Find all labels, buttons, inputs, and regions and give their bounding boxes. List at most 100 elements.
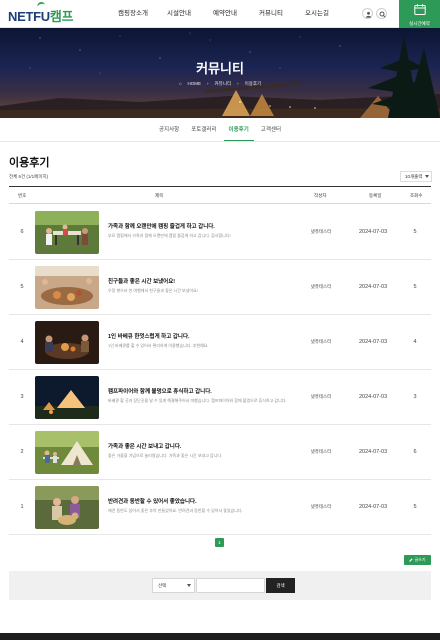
table-row[interactable]: 1 반려견과 동반할 수 있어서 좋았습니다. 애견 동반도 있어서 좋은 추억… [9,480,431,535]
row-number: 2 [20,449,24,455]
review-thumbnail[interactable] [35,321,99,364]
site-logo[interactable]: NETFU캠프 [8,6,73,25]
review-title[interactable]: 친구들과 좋은 시간 보냈어요! [108,277,298,285]
row-number: 3 [20,394,24,400]
review-title[interactable]: 반려견과 동반할 수 있어서 좋았습니다. [108,497,298,505]
review-views: 5 [413,504,417,510]
review-thumbnail[interactable] [35,266,99,309]
campfire-tent-photo [35,376,99,419]
review-excerpt: 애견 동반도 있어서 좋은 추억 만들었어요. 반려견과 동반할 수 있어서 좋… [108,508,243,513]
breadcrumb-community[interactable]: 커뮤니티 [215,81,232,86]
nav-item-camp-intro[interactable]: 캠핑장소개 [110,0,156,28]
family-camping-photo [35,211,99,254]
tab-reviews[interactable]: 이용후기 [223,118,254,141]
review-excerpt: 우정 쌓으러 친 여행에서 친구들과 좋은 시간 보냈어요! [108,288,198,293]
footer [0,633,440,640]
review-views: 4 [413,339,417,345]
page-title: 이용후기 [9,157,50,169]
col-author: 작성자 [314,193,327,198]
review-author: 넷퓨테스터 [310,504,332,509]
table-row[interactable]: 3 캠프파이어와 함께 불멍으로 휴식하고 갑니다. 바베큐 할 곳과 장단곳을… [9,370,431,425]
user-button[interactable] [362,8,373,19]
realtime-reservation-button[interactable]: 실시간예약 [399,0,440,29]
rows-per-page-select[interactable]: 10개출력 [400,171,432,182]
rows-per-page-value: 10개출력 [405,174,423,179]
row-number: 4 [20,339,24,345]
review-excerpt: 부모 캠핑에서 가족과 함께 오랜만에 캠핑 즐겁게 하고 갑니다. 감사합니다… [108,233,231,238]
logo-text-camp: 캠프 [49,9,74,24]
search-field-value: 선택 [158,583,167,588]
row-number: 1 [20,504,24,510]
pencil-icon [409,558,414,562]
write-review-button[interactable]: 글쓰기 [404,555,431,565]
chevron-down-icon [187,584,191,587]
row-number: 5 [20,284,24,290]
search-icon [379,11,386,18]
community-tabs: 공지사항 포토갤러리 이용후기 고객센터 [0,118,440,142]
review-thumbnail[interactable] [35,376,99,419]
breadcrumb: ⌂ HOME › 커뮤니티 › 이용후기 [0,81,440,87]
breadcrumb-home[interactable]: HOME [188,81,202,86]
review-title[interactable]: 1인 바베큐 한껏스럽게 하고 갑니다. [108,332,298,340]
review-date: 2024-07-03 [359,394,388,400]
review-thumbnail[interactable] [35,486,99,529]
review-date: 2024-07-03 [359,339,388,345]
table-row[interactable]: 2 가족과 좋은 시간 보내고 갑니다. 좋은 가을을 기념으로 놀러왔습니다.… [9,425,431,480]
nav-item-community[interactable]: 커뮤니티 [248,0,294,28]
row-number: 6 [20,229,24,235]
chevron-down-icon [425,175,429,178]
review-views: 5 [413,284,417,290]
nav-item-facilities[interactable]: 시설안내 [156,0,202,28]
search-field-select[interactable]: 선택 [152,578,195,593]
reserve-label: 실시간예약 [409,21,430,26]
search-button[interactable] [376,8,387,19]
search-input[interactable] [196,578,265,593]
table-row[interactable]: 5 친구들과 좋은 시간 보냈어요! 우정 쌓으러 친 여행에서 친구들과 좋은… [9,260,431,315]
review-author: 넷퓨테스터 [310,339,332,344]
review-views: 5 [413,229,417,235]
review-title[interactable]: 가족과 좋은 시간 보내고 갑니다. [108,442,298,450]
review-excerpt: 1인 바베큐를 할 수 있어서 편리하게 이용했습니다. 추천해요. [108,343,209,348]
table-header: 번호 제목 작성자 등록일 조회수 [9,186,431,204]
review-title[interactable]: 가족과 함께 오랜만에 캠핑 즐겁게 하고 갑니다. [108,222,298,230]
review-thumbnail[interactable] [35,431,99,474]
review-author: 넷퓨테스터 [310,394,332,399]
dog-camping-photo [35,486,99,529]
review-views: 3 [413,394,417,400]
user-icon [365,11,372,18]
nav-item-directions[interactable]: 오시는길 [294,0,340,28]
review-author: 넷퓨테스터 [310,284,332,289]
tab-photo-gallery[interactable]: 포토갤러리 [186,118,221,141]
review-date: 2024-07-03 [359,284,388,290]
review-title[interactable]: 캠프파이어와 함께 불멍으로 휴식하고 갑니다. [108,387,298,395]
tab-customer-center[interactable]: 고객센터 [256,118,286,141]
calendar-icon [413,4,426,15]
review-date: 2024-07-03 [359,449,388,455]
review-author: 넷퓨테스터 [310,449,332,454]
breadcrumb-current: 이용후기 [244,81,262,86]
review-excerpt: 바베큐 할 곳과 장단곳을 날 수 있게 해결해주어서 마했습니다. 캠프파이어… [108,398,287,403]
tab-notice[interactable]: 공지사항 [154,118,184,141]
col-title: 제목 [155,193,164,198]
review-date: 2024-07-03 [359,504,388,510]
review-thumbnail[interactable] [35,211,99,254]
friends-bbq-photo [35,266,99,309]
hero-title: 커뮤니티 [196,61,244,76]
home-icon: ⌂ [178,81,182,86]
total-count: 전체 6건 (1/1페이지) [9,174,49,179]
col-views: 조회수 [410,193,423,198]
site-header: NETFU캠프 캠핑장소개 시설안내 예약안내 커뮤니티 오시는길 실시간예약 [0,0,440,29]
breadcrumb-separator: › [207,81,209,86]
search-submit-button[interactable]: 검색 [266,578,295,593]
family-tent-photo [35,431,99,474]
col-number: 번호 [18,193,27,198]
table-row[interactable]: 4 1인 바베큐 한껏스럽게 하고 갑니다. 1인 바베큐를 할 수 있어서 편… [9,315,431,370]
night-bbq-photo [35,321,99,364]
hero-banner: 커뮤니티 ⌂ HOME › 커뮤니티 › 이용후기 [0,28,440,118]
table-row[interactable]: 6 가족과 함께 오랜만에 캠핑 즐겁게 하고 갑니다. 부모 캠핑에서 가족과… [9,205,431,260]
logo-text-netfu: NETFU [8,9,50,24]
main-nav: 캠핑장소개 시설안내 예약안내 커뮤니티 오시는길 [110,0,340,28]
col-date: 등록일 [369,193,382,198]
pagination-current-page[interactable]: 1 [215,538,224,547]
nav-item-reservation-guide[interactable]: 예약안내 [202,0,248,28]
